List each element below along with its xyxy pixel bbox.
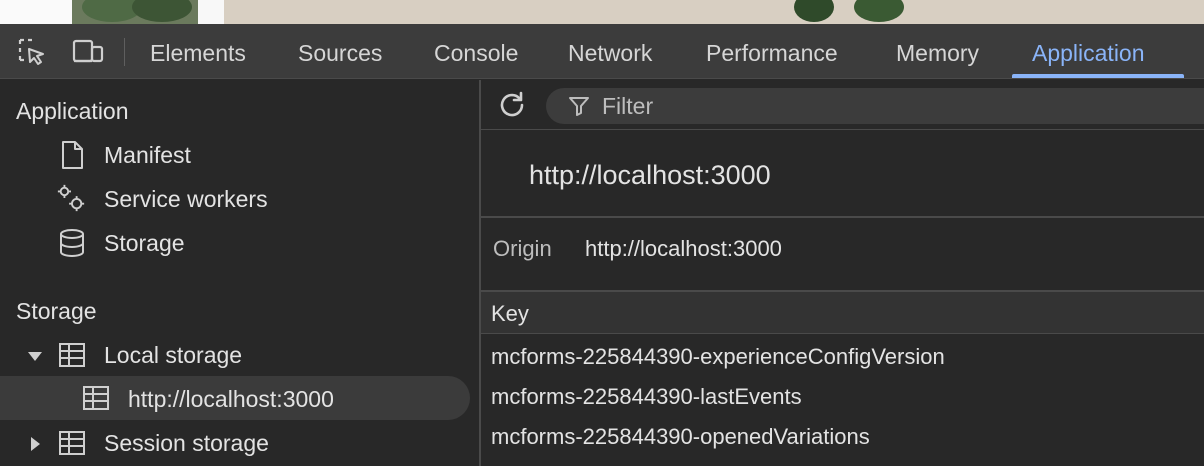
table-header[interactable]: Key	[481, 292, 1204, 334]
storage-detail-panel: Filter http://localhost:3000 Origin http…	[481, 80, 1204, 466]
page-background-strip	[0, 0, 1204, 24]
tab-memory[interactable]: Memory	[896, 24, 979, 79]
filter-placeholder: Filter	[602, 93, 654, 119]
sidebar-item-session-storage[interactable]: Session storage	[104, 430, 269, 457]
sidebar-item-manifest[interactable]: Manifest	[104, 142, 191, 169]
table-row[interactable]: mcforms-225844390-lastEvents	[491, 384, 802, 410]
refresh-icon[interactable]	[497, 90, 527, 120]
table-icon	[57, 340, 87, 370]
filter-input[interactable]: Filter	[546, 88, 1204, 124]
expand-arrow-right-icon[interactable]	[20, 429, 50, 459]
database-icon	[57, 228, 87, 258]
filter-icon	[564, 91, 594, 121]
column-header-key[interactable]: Key	[491, 301, 529, 327]
sidebar-item-storage[interactable]: Storage	[104, 230, 185, 257]
devtools-tab-bar: Elements Sources Console Network Perform…	[0, 24, 1204, 79]
expand-arrow-down-icon[interactable]	[20, 341, 50, 371]
origin-value: http://localhost:3000	[585, 236, 782, 261]
plant-photo	[72, 0, 198, 24]
storage-toolbar: Filter	[481, 80, 1204, 130]
sidebar-section-application: Application	[16, 98, 129, 124]
device-toolbar-icon[interactable]	[72, 36, 104, 68]
tab-sources[interactable]: Sources	[298, 24, 382, 79]
tab-network[interactable]: Network	[568, 24, 652, 79]
origin-heading: http://localhost:3000	[529, 160, 771, 190]
document-icon	[57, 140, 87, 170]
sidebar-item-localhost[interactable]: http://localhost:3000	[128, 386, 334, 413]
table-icon	[81, 383, 111, 413]
table-row[interactable]: mcforms-225844390-experienceConfigVersio…	[491, 344, 945, 370]
table-row[interactable]: mcforms-225844390-openedVariations	[491, 424, 870, 450]
table-icon	[57, 428, 87, 458]
application-sidebar: Application Manifest Service workers Sto…	[0, 80, 479, 466]
origin-label: Origin	[493, 236, 552, 261]
tab-elements[interactable]: Elements	[150, 24, 246, 79]
tab-application[interactable]: Application	[1032, 24, 1145, 79]
plant-photo	[224, 0, 1204, 24]
tab-console[interactable]: Console	[434, 24, 518, 79]
gears-icon	[56, 183, 86, 213]
sidebar-item-service-workers[interactable]: Service workers	[104, 186, 268, 213]
sidebar-item-local-storage[interactable]: Local storage	[104, 342, 242, 369]
divider	[481, 216, 1204, 218]
active-tab-indicator	[1012, 74, 1184, 78]
sidebar-section-storage: Storage	[16, 298, 97, 324]
tab-performance[interactable]: Performance	[706, 24, 838, 79]
inspect-element-icon[interactable]	[16, 36, 48, 68]
toolbar-separator	[124, 38, 125, 66]
